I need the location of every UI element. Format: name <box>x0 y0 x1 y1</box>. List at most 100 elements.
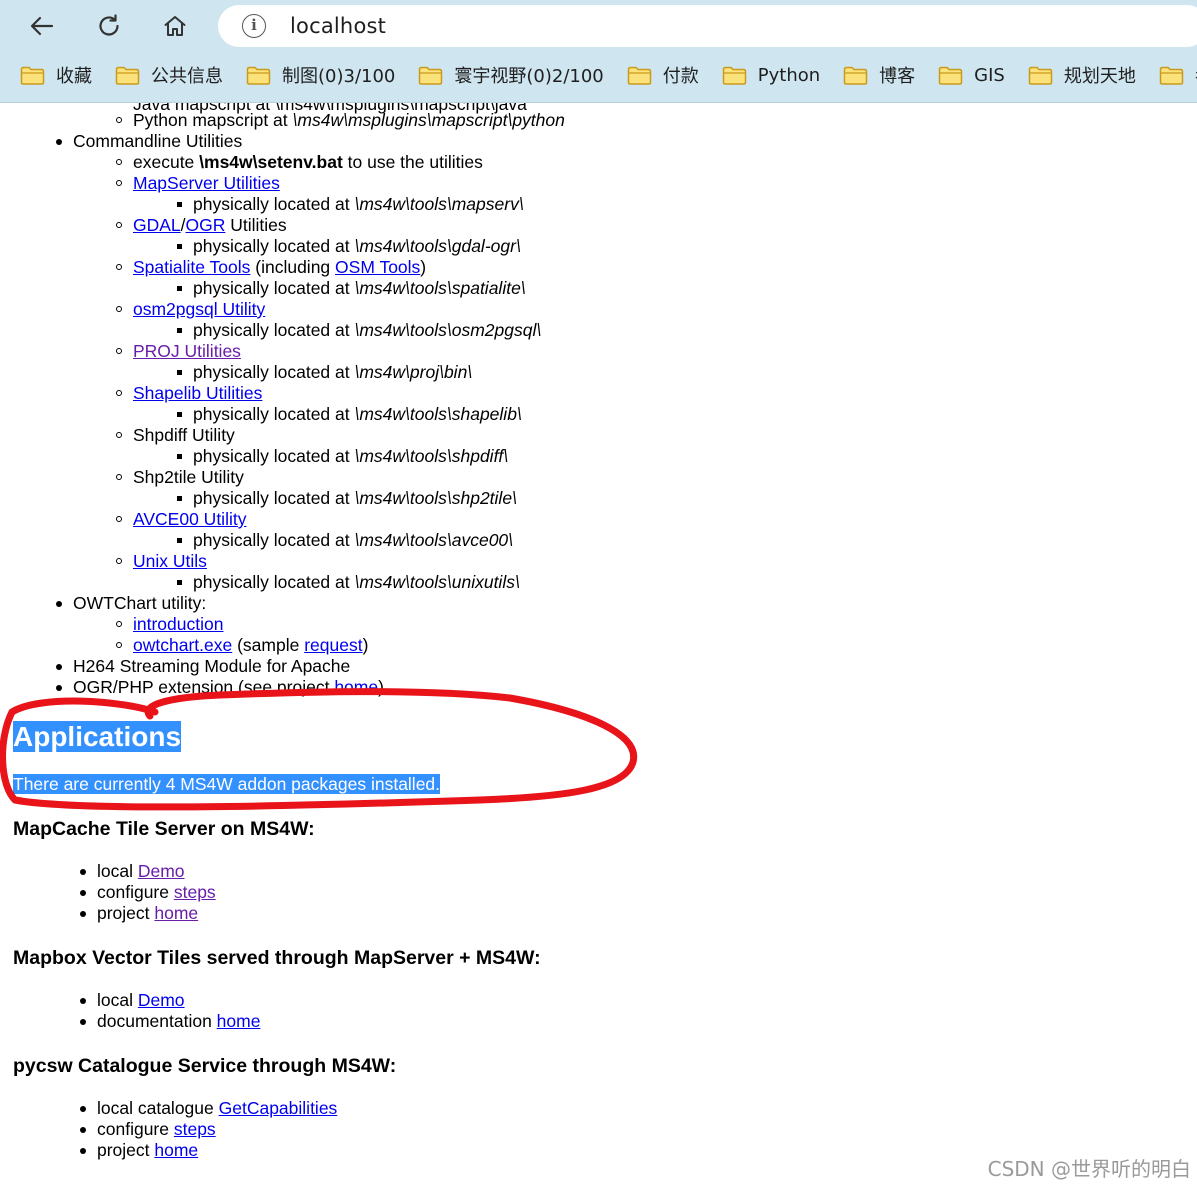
request-link[interactable]: request <box>304 635 362 655</box>
mapbox-home-link[interactable]: home <box>217 1011 261 1031</box>
utility-secondary-link[interactable]: OSM Tools <box>335 257 420 277</box>
utility-location-item: physically located at \ms4w\proj\bin\ <box>176 362 473 382</box>
reload-icon <box>99 14 119 36</box>
bookmark-label: Python <box>757 64 821 86</box>
bookmark-item[interactable]: 收藏 <box>20 57 92 93</box>
utility-link[interactable]: Shapelib Utilities <box>133 383 262 403</box>
bookmark-label: 规划天地 <box>1063 66 1136 87</box>
bookmark-item[interactable]: Python <box>722 57 820 93</box>
owtchart-exe-item: owtchart.exe (sample request) <box>115 635 369 655</box>
utility-secondary-link[interactable]: OGR <box>186 215 226 235</box>
bookmark-item[interactable]: GIS <box>938 57 1005 93</box>
utility-item: MapServer Utilities <box>116 173 280 194</box>
ogr-php-item: OGR/PHP extension (see project home) <box>56 677 384 697</box>
folder-icon <box>938 66 963 85</box>
utility-location-item: physically located at \ms4w\tools\gdal-o… <box>177 236 521 256</box>
utility-location-item: physically located at \ms4w\tools\shp2ti… <box>177 488 517 508</box>
bookmark-item[interactable]: 制图(0)3/100 <box>246 57 395 93</box>
mapcache-project-item: project home <box>79 903 199 923</box>
utility-link[interactable]: Unix Utils <box>133 551 207 571</box>
bookmark-item[interactable]: 规划天地 <box>1028 57 1136 93</box>
bookmark-item[interactable]: 寰宇视野(0)2/100 <box>418 57 604 93</box>
bookmark-label: 博客 <box>879 66 916 87</box>
execute-setenv-item: execute \ms4w\setenv.bat to use the util… <box>116 152 483 172</box>
url-text: localhost <box>290 14 387 38</box>
mapbox-documentation-item: documentation home <box>79 1011 261 1031</box>
pycsw-local-item: local catalogue GetCapabilities <box>79 1098 338 1118</box>
bookmark-item[interactable]: 博客 <box>843 57 915 93</box>
h264-item: H264 Streaming Module for Apache <box>55 656 351 676</box>
folder-icon <box>722 66 746 85</box>
getcapabilities-link[interactable]: GetCapabilities <box>219 1098 338 1118</box>
pycsw-project-item: project home <box>79 1140 199 1160</box>
bookmark-label: 制图(0)3/100 <box>282 66 396 87</box>
bookmark-item[interactable]: 公共信息 <box>115 57 223 93</box>
csdn-watermark: CSDN @世界听的明白 <box>987 1157 1191 1181</box>
utility-location-item: physically located at \ms4w\tools\shapel… <box>177 404 522 424</box>
folder-icon <box>1028 66 1053 85</box>
utility-item: Shp2tile Utility <box>116 467 244 487</box>
mapcache-steps-link[interactable]: steps <box>174 882 216 902</box>
folder-icon <box>419 66 443 85</box>
reload-button[interactable] <box>89 6 129 46</box>
owtchart-introduction-item: introduction <box>115 614 223 635</box>
bookmark-label: 付款 <box>662 66 699 87</box>
bookmark-label: 收藏 <box>56 66 92 87</box>
home-button[interactable] <box>155 6 195 46</box>
utility-link[interactable]: GDAL <box>133 215 181 235</box>
utility-location-item: physically located at \ms4w\tools\avce00… <box>176 530 514 550</box>
applications-summary: There are currently 4 MS4W addon package… <box>13 774 441 794</box>
pycsw-configure-item: configure steps <box>80 1119 216 1139</box>
utility-item: PROJ Utilities <box>116 341 241 362</box>
utility-item: GDAL/OGR Utilities <box>116 215 287 235</box>
introduction-link[interactable]: introduction <box>133 614 223 634</box>
utility-location-item: physically located at \ms4w\tools\spatia… <box>177 278 526 298</box>
home-icon <box>164 16 186 36</box>
mapcache-demo-link[interactable]: Demo <box>138 861 185 881</box>
utility-link[interactable]: osm2pgsql Utility <box>133 299 265 319</box>
owtchart-item: OWTChart utility: <box>55 593 207 613</box>
bookmark-label: 公共信息 <box>151 66 223 87</box>
ogr-php-home-link[interactable]: home <box>334 677 378 697</box>
mapcache-local-item: local Demo <box>80 861 185 881</box>
mapbox-local-item: local Demo <box>80 990 185 1010</box>
pycsw-heading: pycsw Catalogue Service through MS4W: <box>13 1055 397 1077</box>
page-content: Java mapscript at \ms4w\msplugins\mapscr… <box>0 103 1197 1186</box>
mapbox-heading: Mapbox Vector Tiles served through MapSe… <box>13 947 541 969</box>
applications-heading: Applications <box>13 721 182 752</box>
utility-location-item: physically located at \ms4w\tools\unixut… <box>177 572 520 592</box>
utility-location-item: physically located at \ms4w\tools\mapser… <box>177 194 524 214</box>
utility-link[interactable]: AVCE00 Utility <box>133 509 246 529</box>
folder-icon <box>246 66 271 85</box>
utility-link[interactable]: Spatialite Tools <box>133 257 250 277</box>
owtchart-exe-link[interactable]: owtchart.exe <box>133 635 232 655</box>
folder-icon <box>1159 66 1184 85</box>
bookmark-label: GIS <box>974 64 1005 86</box>
commandline-utilities-item: Commandline Utilities <box>55 131 243 151</box>
utility-item: AVCE00 Utility <box>115 509 246 530</box>
address-bar[interactable]: i localhost <box>218 5 1197 47</box>
utility-location-item: physically located at \ms4w\tools\shpdif… <box>176 446 509 466</box>
utility-item: osm2pgsql Utility <box>115 299 265 320</box>
pycsw-home-link[interactable]: home <box>154 1140 198 1160</box>
python-mapscript-item: Python mapscript at \ms4w\msplugins\maps… <box>116 110 565 130</box>
utility-item: Unix Utils <box>116 551 207 572</box>
utility-link[interactable]: MapServer Utilities <box>133 173 280 193</box>
back-arrow-icon <box>30 16 54 36</box>
utility-link[interactable]: PROJ Utilities <box>133 341 241 361</box>
utility-location-item: physically located at \ms4w\tools\osm2pg… <box>176 320 542 340</box>
bookmark-item[interactable]: 付款 <box>627 57 699 93</box>
bookmark-item[interactable]: 考 <box>1159 57 1197 93</box>
site-info-icon[interactable]: i <box>242 14 266 38</box>
pycsw-steps-link[interactable]: steps <box>174 1119 216 1139</box>
back-button[interactable] <box>22 6 62 46</box>
mapbox-demo-link[interactable]: Demo <box>138 990 185 1010</box>
utility-item: Shpdiff Utility <box>116 425 235 445</box>
folder-icon <box>115 66 140 85</box>
utility-item: Spatialite Tools (including OSM Tools) <box>115 257 427 277</box>
mapcache-home-link[interactable]: home <box>154 903 198 923</box>
browser-toolbar: i localhost 收藏 公共信息 制图(0)3/100 寰宇视野(0)2/100… <box>0 0 1197 103</box>
folder-icon <box>843 66 868 85</box>
mapcache-configure-item: configure steps <box>80 882 216 902</box>
utility-item: Shapelib Utilities <box>115 383 262 404</box>
